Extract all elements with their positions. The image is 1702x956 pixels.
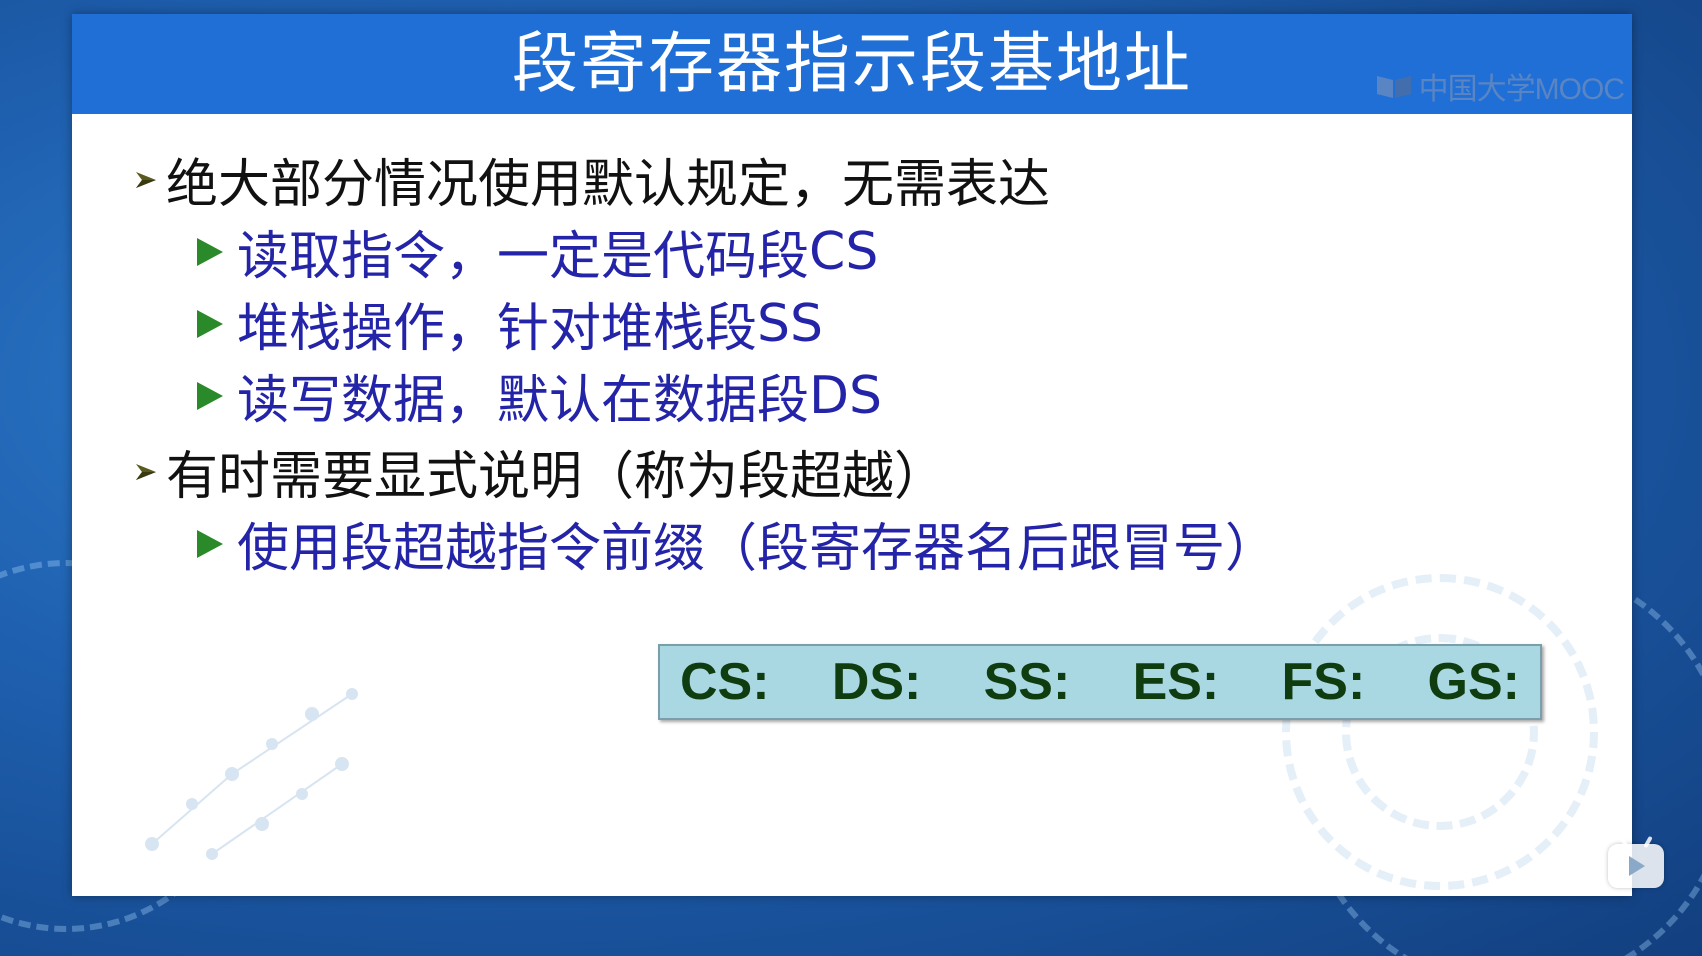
bullet-level1: 有时需要显式说明（称为段超越）	[132, 434, 946, 509]
bullet-level1: 绝大部分情况使用默认规定，无需表达	[132, 142, 1050, 217]
bullet-level2: 使用段超越指令前缀（段寄存器名后跟冒号）	[197, 506, 1277, 581]
bullet-level2: 读取指令，一定是代码段 CS	[197, 214, 878, 289]
register-name: DS	[809, 365, 883, 426]
bullet-text: 读取指令，一定是代码段	[237, 227, 810, 287]
chevron-arrow-icon	[136, 171, 156, 188]
segment-prefix: CS:	[680, 653, 770, 711]
segment-prefix: GS:	[1427, 653, 1520, 711]
circuit-decoration	[145, 688, 358, 860]
segment-prefix: SS:	[983, 653, 1071, 711]
triangle-right-icon	[197, 237, 223, 266]
mooc-logo-text: 中国大学MOOC	[1418, 73, 1625, 106]
slide-frame: 段寄存器指示段基地址 中国大学MOOC 绝大部分情况使用默认规定，无需表达 读取…	[0, 0, 1702, 956]
segment-prefix: DS:	[831, 653, 922, 711]
bullet-level2: 读写数据，默认在数据段 DS	[197, 358, 882, 433]
register-name: CS	[809, 221, 879, 282]
segment-prefix: ES:	[1132, 653, 1220, 711]
triangle-right-icon	[197, 529, 223, 558]
bullet-text: 使用段超越指令前缀（段寄存器名后跟冒号）	[237, 519, 1278, 579]
triangle-right-icon	[197, 381, 223, 410]
register-name: SS	[757, 293, 824, 354]
slide: 段寄存器指示段基地址 中国大学MOOC 绝大部分情况使用默认规定，无需表达 读取…	[72, 14, 1632, 896]
chevron-arrow-icon	[136, 463, 156, 480]
bullet-text: 绝大部分情况使用默认规定，无需表达	[166, 155, 1051, 215]
bullet-level2: 堆栈操作，针对堆栈段 SS	[197, 286, 823, 361]
bullet-text: 读写数据，默认在数据段	[237, 371, 810, 431]
bullet-text: 有时需要显式说明（称为段超越）	[166, 447, 947, 507]
mooc-book-icon	[1376, 76, 1411, 98]
bullet-text: 堆栈操作，针对堆栈段	[237, 299, 758, 359]
segment-prefix: FS:	[1281, 653, 1366, 711]
mooc-logo: 中国大学MOOC	[1375, 64, 1625, 108]
play-icon[interactable]	[1608, 835, 1664, 888]
triangle-right-icon	[197, 309, 223, 338]
segment-prefix-box: CS: DS: SS: ES: FS: GS:	[658, 644, 1542, 720]
